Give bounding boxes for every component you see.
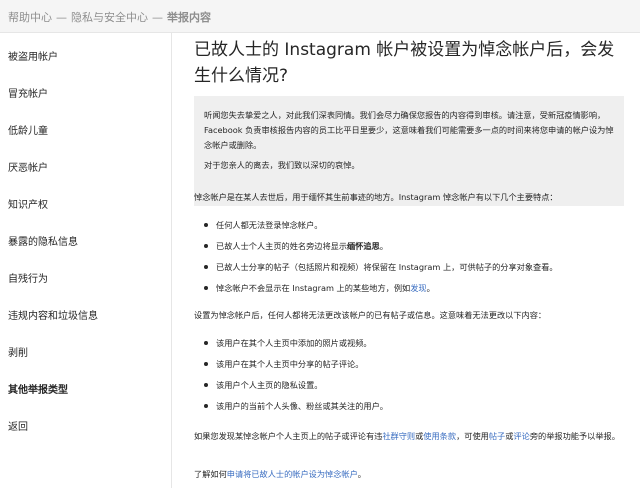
notice-text: 听闻您失去挚爱之人，对此我们深表同情。我们会尽力确保您报告的内容得到审核。请注意… [204,110,614,150]
breadcrumb-privacy-safety[interactable]: 隐私与安全中心 [71,11,148,24]
article-title: 已故人士的 Instagram 帐户被设置为悼念帐户后，会发生什么情况? [194,40,615,86]
list-item: 已故人士个人主页的姓名旁边将显示缅怀追思。 [202,239,622,253]
cannot-change-list: 该用户在其个人主页中添加的照片或视频。 该用户在其个人主页中分享的帖子评论。 该… [202,336,622,420]
feature-text: 已故人士个人主页的姓名旁边将显示 [216,241,348,251]
sidebar-item-hate-account[interactable]: 厌恶帐户 [8,159,48,174]
breadcrumb-help-center[interactable]: 帮助中心 [8,11,52,24]
report-text: 旁的举报功能予以举报。 [529,431,620,441]
feature-text: 。 [379,241,388,251]
comments-link[interactable]: 评论 [513,431,529,441]
list-item: 该用户在其个人主页中添加的照片或视频。 [202,336,622,350]
sidebar: 被盗用帐户 冒充帐户 低龄儿童 厌恶帐户 知识产权 暴露的隐私信息 自残行为 违… [0,33,172,488]
feature-text: 已故人士分享的帖子（包括照片和视频）将保留在 Instagram 上，可供帖子的… [216,262,558,272]
top-bar: 帮助中心 — 隐私与安全中心 — 举报内容 [0,0,640,33]
breadcrumb-separator: — [56,11,67,24]
report-paragraph: 如果您发现某悼念帐户个人主页上的帖子或评论有违社群守则或使用条款，可使用帖子或评… [194,429,624,444]
list-item: 该用户的当前个人头像、粉丝或其关注的用户。 [202,399,622,413]
sidebar-item-other-report-types[interactable]: 其他举报类型 [8,381,68,396]
cannot-change-paragraph: 设置为悼念帐户后，任何人都将无法更改该帐户的已有帖子或信息。这意味着无法更改以下… [194,310,547,320]
intro-paragraph: 悼念帐户是在某人去世后，用于缅怀其生前事迹的地方。Instagram 悼念帐户有… [194,192,558,202]
sidebar-item-hacked-account[interactable]: 被盗用帐户 [8,48,58,63]
list-item: 悼念帐户不会显示在 Instagram 上的某些地方，例如发现。 [202,281,622,295]
breadcrumb-report-content[interactable]: 举报内容 [167,11,211,24]
report-text: ，可使用 [456,431,489,441]
sidebar-item-intellectual-property[interactable]: 知识产权 [8,196,48,211]
sidebar-item-impersonation[interactable]: 冒充帐户 [8,85,48,100]
sidebar-item-exploitation[interactable]: 剥削 [8,344,28,359]
list-item: 已故人士分享的帖子（包括照片和视频）将保留在 Instagram 上，可供帖子的… [202,260,622,274]
sidebar-item-back[interactable]: 返回 [8,418,28,433]
breadcrumb: 帮助中心 — 隐私与安全中心 — 举报内容 [8,9,211,25]
community-guidelines-link[interactable]: 社群守则 [382,431,415,441]
terms-of-use-link[interactable]: 使用条款 [423,431,456,441]
features-list: 任何人都无法登录悼念帐户。 已故人士个人主页的姓名旁边将显示缅怀追思。 已故人士… [202,218,622,302]
remembering-label: 缅怀追思 [347,241,380,251]
learn-more-paragraph: 了解如何申请将已故人士的帐户设为悼念帐户。 [194,467,624,482]
learn-more-text: 。 [357,469,366,479]
report-text: 如果您发现某悼念帐户个人主页上的帖子或评论有违 [194,431,383,441]
sidebar-item-abuse-spam[interactable]: 违规内容和垃圾信息 [8,307,98,322]
list-item: 该用户个人主页的隐私设置。 [202,378,622,392]
list-item: 任何人都无法登录悼念帐户。 [202,218,622,232]
list-item: 该用户在其个人主页中分享的帖子评论。 [202,357,622,371]
posts-link[interactable]: 帖子 [489,431,505,441]
sidebar-item-underage[interactable]: 低龄儿童 [8,122,48,137]
feature-text: 任何人都无法登录悼念帐户。 [216,220,323,230]
feature-text: 悼念帐户不会显示在 Instagram 上的某些地方，例如 [216,283,411,293]
feature-text: 。 [426,283,435,293]
sidebar-item-self-injury[interactable]: 自残行为 [8,270,48,285]
breadcrumb-separator: — [152,11,163,24]
explore-link[interactable]: 发现 [410,283,426,293]
notice-condolence: 对于您亲人的离去，我们致以深切的哀悼。 [204,160,360,170]
memorialize-request-link[interactable]: 申请将已故人士的帐户设为悼念帐户 [227,469,358,479]
learn-more-text: 了解如何 [194,469,227,479]
sidebar-item-exposed-private-info[interactable]: 暴露的隐私信息 [8,233,78,248]
